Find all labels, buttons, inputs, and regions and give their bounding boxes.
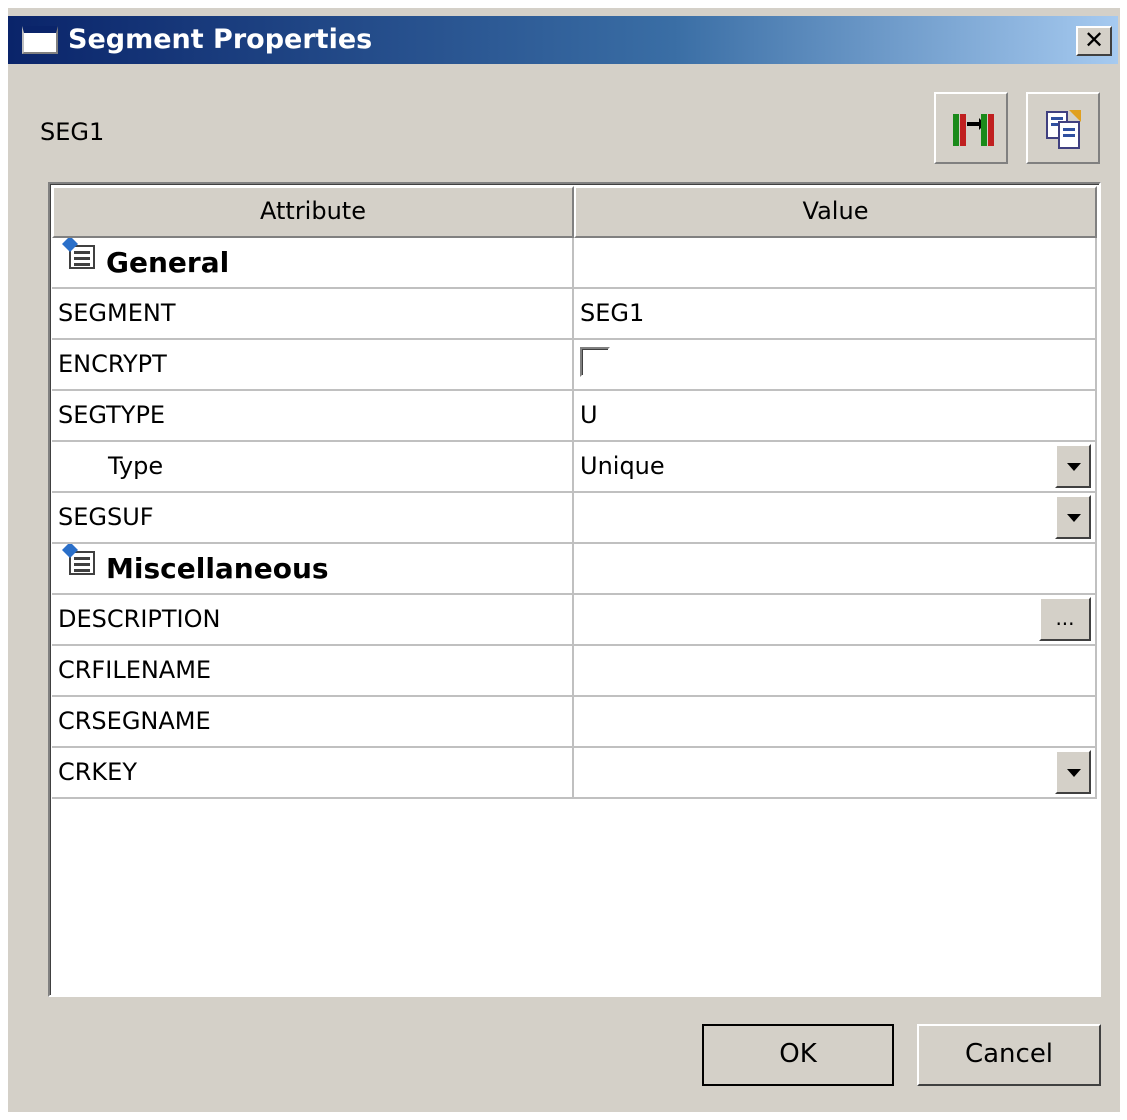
value-segtype[interactable]: U — [574, 391, 1097, 442]
attr-encrypt: ENCRYPT — [52, 340, 574, 391]
category-misc-value — [574, 544, 1097, 595]
row-description[interactable]: DESCRIPTION ... — [52, 595, 1097, 646]
value-crsegname[interactable] — [574, 697, 1097, 748]
attr-crfilename: CRFILENAME — [52, 646, 574, 697]
column-header-value[interactable]: Value — [574, 186, 1097, 238]
category-general-label: General — [106, 246, 230, 279]
attr-segment: SEGMENT — [52, 289, 574, 340]
category-row-general[interactable]: General — [52, 238, 1097, 289]
title-bar: Segment Properties ✕ — [8, 16, 1118, 64]
property-page-icon — [60, 238, 100, 287]
row-segment[interactable]: SEGMENT SEG1 — [52, 289, 1097, 340]
column-layout-button[interactable] — [934, 92, 1008, 164]
attr-description: DESCRIPTION — [52, 595, 574, 646]
category-miscellaneous: Miscellaneous — [52, 544, 574, 595]
attr-type: Type — [52, 442, 574, 493]
column-header-attribute[interactable]: Attribute — [52, 186, 574, 238]
row-type[interactable]: Type Unique — [52, 442, 1097, 493]
value-description-cell[interactable]: ... — [574, 595, 1097, 646]
category-row-miscellaneous[interactable]: Miscellaneous — [52, 544, 1097, 595]
category-misc-label: Miscellaneous — [106, 552, 329, 585]
column-layout-icon — [953, 114, 994, 146]
value-type-cell[interactable]: Unique — [574, 442, 1097, 493]
row-crkey[interactable]: CRKEY — [52, 748, 1097, 799]
window-title: Segment Properties — [68, 24, 373, 55]
attr-crkey: CRKEY — [52, 748, 574, 799]
attr-segtype: SEGTYPE — [52, 391, 574, 442]
attr-crsegname: CRSEGNAME — [52, 697, 574, 748]
description-ellipsis-button[interactable]: ... — [1039, 597, 1091, 641]
grid-header: Attribute Value — [52, 186, 1097, 238]
row-encrypt[interactable]: ENCRYPT — [52, 340, 1097, 391]
category-general-value — [574, 238, 1097, 289]
property-page-icon — [60, 544, 100, 593]
value-crfilename[interactable] — [574, 646, 1097, 697]
segsuf-dropdown-button[interactable] — [1055, 495, 1091, 539]
ok-button[interactable]: OK — [702, 1024, 894, 1086]
value-segment[interactable]: SEG1 — [574, 289, 1097, 340]
property-grid: Attribute Value General SEGMENT SEG1 ENC… — [48, 182, 1101, 997]
cancel-button[interactable]: Cancel — [917, 1024, 1101, 1086]
copy-export-button[interactable] — [1026, 92, 1100, 164]
attr-segsuf: SEGSUF — [52, 493, 574, 544]
segment-name-label: SEG1 — [40, 118, 105, 146]
crkey-dropdown-button[interactable] — [1055, 750, 1091, 794]
value-segsuf-cell[interactable] — [574, 493, 1097, 544]
value-encrypt — [574, 340, 1097, 391]
value-type: Unique — [580, 452, 665, 480]
row-segsuf[interactable]: SEGSUF — [52, 493, 1097, 544]
copy-export-icon — [1046, 110, 1081, 149]
value-crkey-cell[interactable] — [574, 748, 1097, 799]
close-button[interactable]: ✕ — [1076, 26, 1112, 56]
category-general: General — [52, 238, 574, 289]
window-icon — [22, 26, 58, 54]
row-segtype[interactable]: SEGTYPE U — [52, 391, 1097, 442]
row-crfilename[interactable]: CRFILENAME — [52, 646, 1097, 697]
encrypt-checkbox[interactable] — [580, 347, 610, 377]
row-crsegname[interactable]: CRSEGNAME — [52, 697, 1097, 748]
type-dropdown-button[interactable] — [1055, 444, 1091, 488]
